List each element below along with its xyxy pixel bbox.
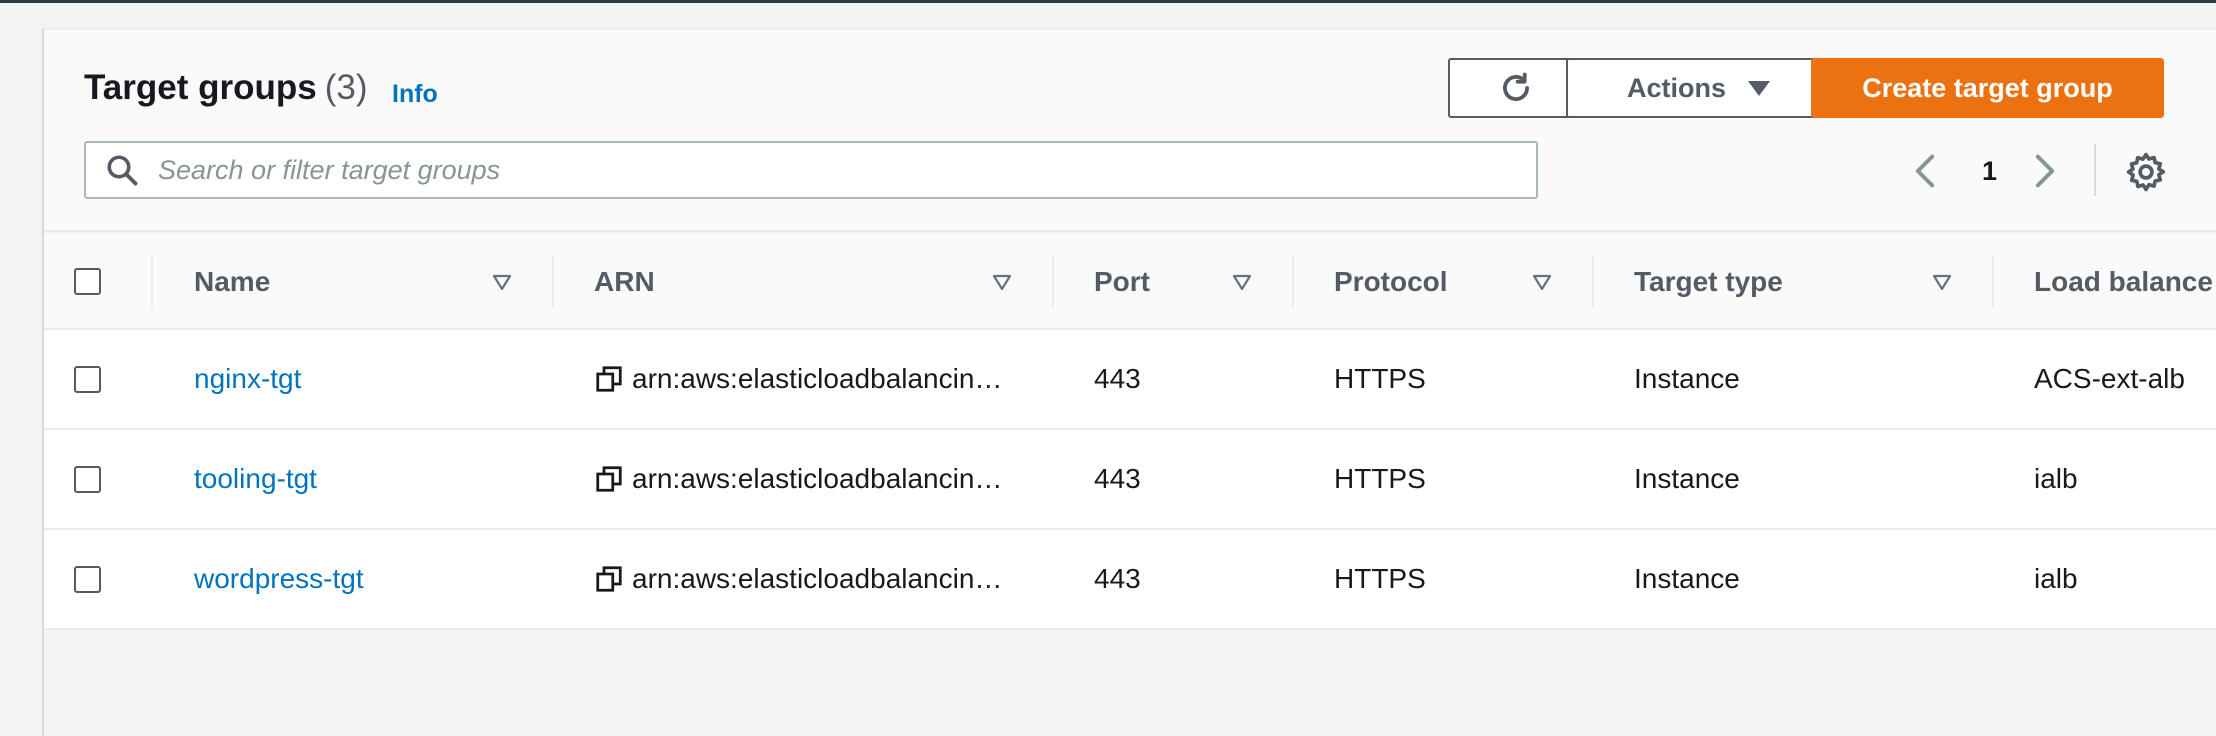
row-checkbox[interactable]: [74, 466, 101, 493]
create-target-group-button[interactable]: Create target group: [1811, 58, 2164, 118]
copy-icon[interactable]: [594, 564, 624, 594]
target-group-name-link[interactable]: nginx-tgt: [194, 330, 301, 428]
table-row[interactable]: tooling-tgt arn:aws:elasticloadbalancin……: [44, 430, 2216, 530]
column-separator: [1292, 256, 1294, 308]
actions-button[interactable]: Actions: [1566, 58, 1831, 118]
target-type-cell: Instance: [1634, 463, 1740, 494]
column-separator: [552, 256, 554, 308]
pager-divider: [2094, 144, 2096, 196]
protocol-cell: HTTPS: [1334, 563, 1426, 594]
top-border: [0, 0, 2216, 3]
title-text: Target groups: [84, 68, 317, 107]
port-cell: 443: [1094, 563, 1141, 594]
load-balancer-cell: ACS-ext-alb: [2034, 363, 2185, 394]
arn-text: arn:aws:elasticloadbalancin…: [632, 463, 1003, 494]
select-all-checkbox[interactable]: [74, 268, 101, 295]
port-cell: 443: [1094, 363, 1141, 394]
column-header-protocol[interactable]: Protocol: [1334, 234, 1448, 330]
create-label: Create target group: [1862, 72, 2113, 103]
previous-page-button[interactable]: [1914, 148, 1936, 194]
column-separator: [151, 256, 153, 308]
page-number[interactable]: 1: [1982, 148, 1997, 194]
sort-triangle-icon[interactable]: [490, 270, 514, 294]
arn-text: arn:aws:elasticloadbalancin…: [632, 363, 1003, 394]
panel-header: Target groups (3) Info Actions Create ta…: [44, 30, 2216, 232]
chevron-left-icon: [1915, 154, 1935, 188]
column-separator: [1052, 256, 1054, 308]
table-row[interactable]: nginx-tgt arn:aws:elasticloadbalancin… 4…: [44, 330, 2216, 430]
protocol-cell: HTTPS: [1334, 363, 1426, 394]
target-type-cell: Instance: [1634, 563, 1740, 594]
column-header-name[interactable]: Name: [194, 234, 270, 330]
arn-cell: arn:aws:elasticloadbalancin…: [594, 530, 1002, 628]
table-header: Name ARN Port Protocol Target type Load …: [44, 234, 2216, 330]
target-group-name-link[interactable]: tooling-tgt: [194, 430, 317, 528]
refresh-icon: [1503, 72, 1529, 101]
arn-text: arn:aws:elasticloadbalancin…: [632, 563, 1003, 594]
next-page-button[interactable]: [2034, 148, 2056, 194]
search-input[interactable]: Search or filter target groups: [158, 155, 500, 186]
column-header-target-type[interactable]: Target type: [1634, 234, 1783, 330]
port-cell: 443: [1094, 463, 1141, 494]
row-checkbox[interactable]: [74, 566, 101, 593]
search-field[interactable]: Search or filter target groups: [84, 141, 1538, 199]
column-header-port[interactable]: Port: [1094, 234, 1150, 330]
column-separator: [1592, 256, 1594, 308]
copy-icon[interactable]: [594, 364, 624, 394]
target-groups-panel: Target groups (3) Info Actions Create ta…: [42, 28, 2216, 736]
arn-cell: arn:aws:elasticloadbalancin…: [594, 330, 1002, 428]
actions-label: Actions: [1626, 72, 1726, 103]
column-separator: [1992, 256, 1994, 308]
table-row[interactable]: wordpress-tgt arn:aws:elasticloadbalanci…: [44, 530, 2216, 630]
protocol-cell: HTTPS: [1334, 463, 1426, 494]
sort-triangle-icon[interactable]: [1930, 270, 1954, 294]
column-header-arn[interactable]: ARN: [594, 234, 655, 330]
search-icon: [107, 155, 138, 186]
info-link[interactable]: Info: [392, 80, 438, 109]
sort-triangle-icon[interactable]: [1530, 270, 1554, 294]
load-balancer-cell: ialb: [2034, 463, 2078, 494]
column-header-load-balancer[interactable]: Load balance: [2034, 234, 2213, 330]
sort-triangle-icon[interactable]: [1230, 270, 1254, 294]
title-count: (3): [324, 68, 368, 107]
caret-down-icon: [1748, 80, 1770, 96]
target-group-name-link[interactable]: wordpress-tgt: [194, 530, 364, 628]
load-balancer-cell: ialb: [2034, 563, 2078, 594]
refresh-button[interactable]: [1448, 58, 1584, 118]
sort-triangle-icon[interactable]: [990, 270, 1014, 294]
page-title: Target groups (3): [84, 68, 367, 108]
chevron-right-icon: [2035, 154, 2055, 188]
gear-icon[interactable]: [2124, 150, 2168, 194]
copy-icon[interactable]: [594, 464, 624, 494]
arn-cell: arn:aws:elasticloadbalancin…: [594, 430, 1002, 528]
target-type-cell: Instance: [1634, 363, 1740, 394]
row-checkbox[interactable]: [74, 366, 101, 393]
